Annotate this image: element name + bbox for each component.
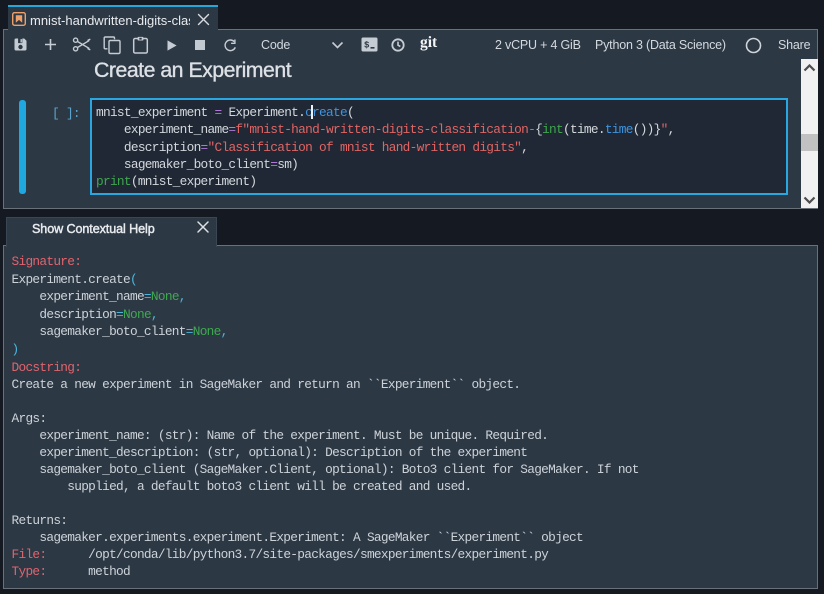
svg-text:$: $ [364,41,370,51]
